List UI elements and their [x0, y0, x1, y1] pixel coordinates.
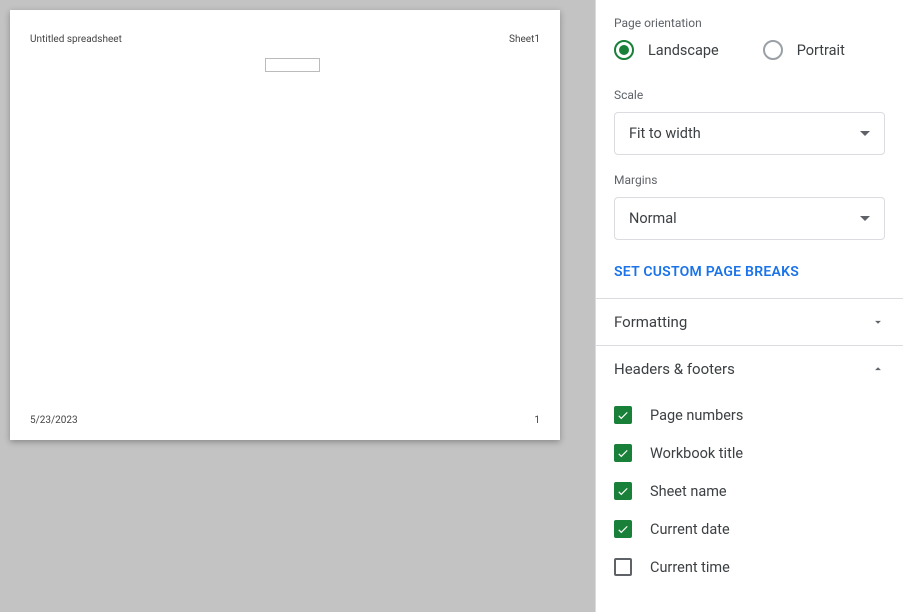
formatting-label: Formatting [614, 313, 687, 331]
set-custom-page-breaks-button[interactable]: SET CUSTOM PAGE BREAKS [596, 250, 903, 298]
current-time-label: Current time [650, 559, 730, 576]
scale-section: Scale Fit to width [596, 80, 903, 165]
margins-select[interactable]: Normal [614, 197, 885, 240]
chevron-up-icon [871, 362, 885, 376]
margins-label: Margins [614, 173, 885, 187]
checkbox-icon [614, 406, 632, 424]
checkbox-icon [614, 558, 632, 576]
formatting-accordion[interactable]: Formatting [596, 299, 903, 345]
radio-icon [614, 40, 634, 60]
current-time-option[interactable]: Current time [614, 548, 885, 586]
headers-footers-accordion[interactable]: Headers & footers [596, 346, 903, 392]
print-settings-panel: Page orientation Landscape Portrait Scal… [595, 0, 903, 612]
orientation-radio-group: Landscape Portrait [614, 40, 885, 60]
orientation-landscape-label: Landscape [648, 42, 719, 59]
margins-select-value: Normal [629, 210, 677, 227]
current-date-option[interactable]: Current date [614, 510, 885, 548]
scale-label: Scale [614, 88, 885, 102]
footer-page-number-text: 1 [534, 415, 540, 426]
page-header: Untitled spreadsheet Sheet1 [30, 34, 540, 45]
sheet-name-label: Sheet name [650, 483, 727, 500]
orientation-landscape-option[interactable]: Landscape [614, 40, 719, 60]
headers-footers-options: Page numbers Workbook title Sheet name C… [596, 392, 903, 596]
page-footer: 5/23/2023 1 [30, 415, 540, 426]
workbook-title-text: Untitled spreadsheet [30, 34, 122, 45]
checkbox-icon [614, 520, 632, 538]
footer-date-text: 5/23/2023 [30, 415, 78, 426]
sheet-name-text: Sheet1 [509, 34, 540, 45]
sheet-name-option[interactable]: Sheet name [614, 472, 885, 510]
page-preview: Untitled spreadsheet Sheet1 5/23/2023 1 [10, 10, 560, 440]
cell-outline [265, 58, 320, 72]
margins-section: Margins Normal [596, 165, 903, 250]
caret-down-icon [860, 216, 870, 221]
orientation-label: Page orientation [614, 16, 885, 30]
page-numbers-option[interactable]: Page numbers [614, 396, 885, 434]
page-numbers-label: Page numbers [650, 407, 743, 424]
scale-select-value: Fit to width [629, 125, 701, 142]
orientation-section: Page orientation Landscape Portrait [596, 8, 903, 80]
workbook-title-label: Workbook title [650, 445, 743, 462]
caret-down-icon [860, 131, 870, 136]
checkbox-icon [614, 444, 632, 462]
headers-footers-label: Headers & footers [614, 360, 735, 378]
orientation-portrait-label: Portrait [797, 42, 845, 59]
current-date-label: Current date [650, 521, 730, 538]
scale-select[interactable]: Fit to width [614, 112, 885, 155]
orientation-portrait-option[interactable]: Portrait [763, 40, 845, 60]
radio-icon [763, 40, 783, 60]
checkbox-icon [614, 482, 632, 500]
workbook-title-option[interactable]: Workbook title [614, 434, 885, 472]
print-preview-pane: Untitled spreadsheet Sheet1 5/23/2023 1 [0, 0, 595, 612]
chevron-down-icon [871, 315, 885, 329]
